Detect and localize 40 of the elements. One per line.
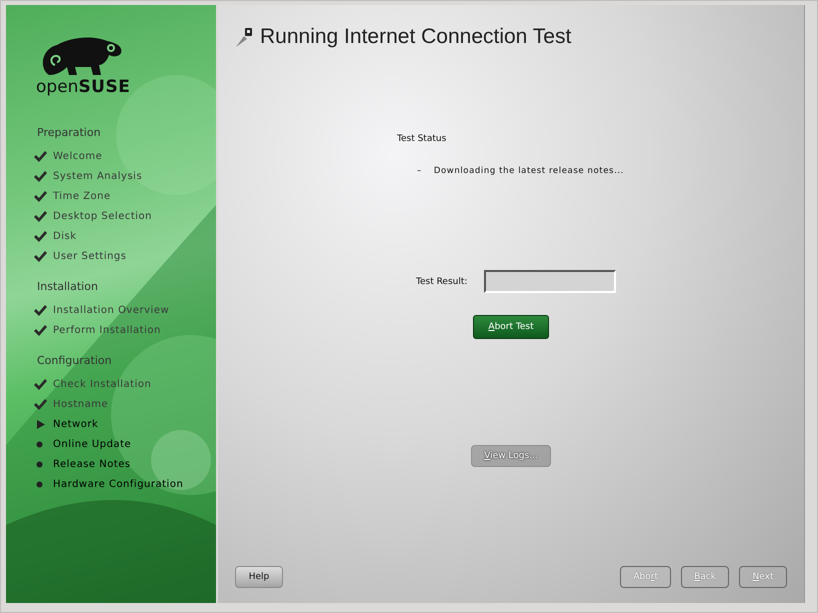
- status-marker: –: [417, 166, 422, 176]
- step-label: Desktop Selection: [53, 210, 152, 222]
- result-label: Test Result:: [416, 276, 468, 286]
- result-field[interactable]: [484, 270, 616, 293]
- step-label: Perform Installation: [53, 324, 161, 336]
- wizard-button[interactable]: Abort: [620, 566, 671, 588]
- step-label: User Settings: [53, 250, 126, 262]
- step-label: Disk: [53, 230, 76, 242]
- check-icon: [34, 230, 47, 242]
- wizard-button[interactable]: Next: [739, 566, 787, 588]
- step-label: Installation Overview: [53, 304, 170, 316]
- step-label: Hardware Configuration: [53, 478, 184, 490]
- check-icon: [34, 398, 47, 410]
- check-icon: [34, 324, 47, 336]
- status-heading: Test Status: [397, 134, 448, 144]
- section-title: Preparation: [37, 126, 102, 140]
- abort-test-button[interactable]: Abort Test: [473, 315, 549, 339]
- check-icon: [34, 304, 47, 316]
- step-label: Network: [53, 418, 98, 430]
- step-label: Hostname: [53, 398, 108, 410]
- wizard-button[interactable]: Back: [681, 566, 729, 588]
- step-label: Online Update: [53, 438, 132, 450]
- help-button[interactable]: Help: [235, 566, 283, 588]
- opensuse-wordmark: openSUSE: [36, 79, 130, 96]
- step-label: Check Installation: [53, 378, 152, 390]
- status-text: Downloading the latest release notes...: [434, 166, 624, 176]
- check-icon: [34, 170, 47, 182]
- step-label: Welcome: [53, 150, 102, 162]
- arrow-icon: [34, 418, 47, 430]
- check-icon: [34, 150, 47, 162]
- step-label: Release Notes: [53, 458, 131, 470]
- check-icon: [34, 210, 47, 222]
- step-label: Time Zone: [53, 190, 111, 202]
- section-title: Installation: [37, 280, 99, 294]
- check-icon: [34, 378, 47, 390]
- section-title: Configuration: [37, 354, 113, 368]
- page-title: Running Internet Connection Test: [260, 25, 572, 49]
- step-label: System Analysis: [53, 170, 142, 182]
- check-icon: [34, 250, 47, 262]
- check-icon: [34, 190, 47, 202]
